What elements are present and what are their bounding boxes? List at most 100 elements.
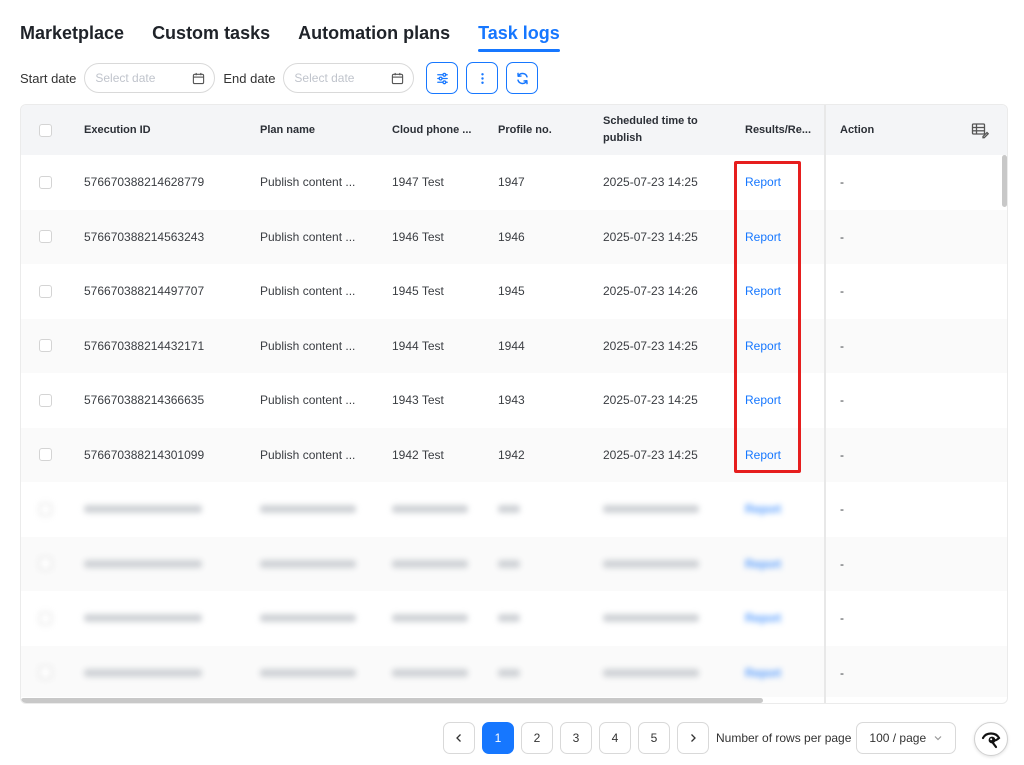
assistant-button[interactable]: [974, 722, 1008, 756]
table-row: 576670388214432171 Publish content ... 194…: [21, 318, 1007, 373]
report-link[interactable]: Report: [745, 175, 781, 189]
obscured-text: [84, 668, 202, 677]
page-5-button[interactable]: 5: [638, 722, 670, 754]
cell-select[interactable]: [39, 591, 52, 645]
cell-select[interactable]: [39, 319, 52, 373]
row-checkbox[interactable]: [39, 339, 52, 352]
table-row: 576670388214366635 Publish content ... 194…: [21, 373, 1007, 427]
report-link[interactable]: Report: [745, 339, 781, 353]
page-size-select[interactable]: 100 / page: [856, 722, 957, 754]
row-checkbox[interactable]: [39, 557, 52, 570]
report-link[interactable]: Report: [745, 393, 781, 407]
cell-cloud-phone-obscured: [392, 537, 468, 591]
chevron-right-icon: [691, 734, 696, 742]
cell-cloud-phone: 1942 Test: [392, 447, 444, 462]
report-link[interactable]: Report: [745, 557, 781, 571]
cell-scheduled-time: 2025-07-23 14:26: [603, 284, 698, 298]
tab-automation-plans[interactable]: Automation plans: [298, 20, 450, 52]
start-date-picker[interactable]: [84, 63, 216, 93]
page-4-button[interactable]: 4: [599, 722, 631, 754]
cell-cloud-phone: 1943 Test: [392, 393, 444, 407]
cell-scheduled-time: 2025-07-23 14:25: [603, 447, 698, 462]
cell-select[interactable]: [39, 373, 52, 427]
cell-result: Report: [745, 210, 781, 264]
tab-task-logs[interactable]: Task logs: [478, 20, 560, 52]
report-link[interactable]: Report: [745, 448, 781, 462]
refresh-button[interactable]: [506, 62, 539, 94]
cell-select[interactable]: [39, 428, 52, 482]
fixed-column-divider: [824, 105, 826, 703]
header-select-all[interactable]: [39, 105, 52, 155]
select-all-checkbox[interactable]: [39, 123, 52, 137]
tab-marketplace[interactable]: Marketplace: [20, 20, 124, 52]
page-size-value: 100 / page: [869, 731, 927, 745]
row-checkbox[interactable]: [39, 502, 52, 516]
cell-scheduled-time: 2025-07-23 14:25: [603, 338, 698, 353]
cell-execution-id: 576670388214366635: [84, 393, 205, 407]
horizontal-scrollbar[interactable]: [21, 698, 763, 703]
row-checkbox[interactable]: [39, 448, 52, 461]
cell-profile-no: 1945: [498, 284, 525, 298]
tab-bar: Marketplace Custom tasks Automation plan…: [20, 20, 560, 52]
cell-result: Report: [745, 482, 781, 536]
cell-result: Report: [745, 155, 781, 209]
start-date-input[interactable]: [95, 71, 186, 85]
cell-scheduled-time-obscured: [603, 646, 699, 698]
cell-scheduled-time-obscured: [603, 482, 699, 536]
obscured-text: [603, 559, 699, 568]
report-link[interactable]: Report: [745, 284, 781, 298]
obscured-text: [498, 614, 520, 622]
header-plan-name: Plan name: [260, 123, 316, 136]
more-options-button[interactable]: [466, 62, 499, 94]
end-date-picker[interactable]: [283, 63, 415, 93]
cell-action: -: [840, 338, 844, 353]
page-3-button[interactable]: 3: [560, 722, 592, 754]
column-settings-icon[interactable]: [971, 121, 989, 139]
rows-per-page-label: Number of rows per page: [716, 731, 852, 745]
cell-plan-name-obscured: [260, 537, 356, 591]
cell-scheduled-time-obscured: [603, 537, 699, 591]
obscured-text: [84, 614, 202, 622]
cell-profile-no-obscured: [498, 537, 520, 591]
cell-select[interactable]: [39, 482, 52, 536]
cell-select[interactable]: [39, 155, 52, 209]
cell-execution-id-obscured: [84, 646, 202, 698]
cell-select[interactable]: [39, 646, 52, 698]
cell-select[interactable]: [39, 210, 52, 264]
prev-page-button[interactable]: [443, 722, 475, 754]
report-link[interactable]: Report: [745, 611, 781, 625]
page-2-button[interactable]: 2: [521, 722, 553, 754]
obscured-text: [498, 668, 520, 677]
cell-select[interactable]: [39, 264, 52, 318]
cell-cloud-phone: 1944 Test: [392, 338, 444, 353]
cell-plan-name: Publish content ...: [260, 284, 356, 298]
end-date-input[interactable]: [294, 71, 385, 85]
cell-result: Report: [745, 591, 781, 645]
cell-scheduled-time-obscured: [603, 591, 699, 645]
table-row: 576670388214563243 Publish content ... 194…: [21, 209, 1007, 264]
row-checkbox[interactable]: [39, 230, 52, 243]
row-checkbox[interactable]: [39, 611, 52, 625]
cell-select[interactable]: [39, 537, 52, 591]
row-checkbox[interactable]: [39, 175, 52, 189]
table-row: Report -: [21, 591, 1007, 645]
obscured-text: [392, 559, 468, 568]
cell-cloud-phone: 1946 Test: [392, 229, 444, 244]
filter-settings-button[interactable]: [426, 62, 459, 94]
vertical-scrollbar[interactable]: [1002, 155, 1007, 207]
report-link[interactable]: Report: [745, 230, 781, 244]
cell-profile-no: 1946: [498, 229, 525, 244]
cell-execution-id-obscured: [84, 537, 202, 591]
page-1-button[interactable]: 1: [482, 722, 514, 754]
report-link[interactable]: Report: [745, 502, 781, 516]
cell-execution-id: 576670388214497707: [84, 284, 205, 298]
row-checkbox[interactable]: [39, 284, 52, 298]
report-link[interactable]: Report: [745, 666, 781, 680]
cell-action: -: [840, 229, 844, 244]
next-page-button[interactable]: [677, 722, 709, 754]
filter-bar: Start date End date: [20, 62, 542, 94]
cell-cloud-phone: 1947 Test: [392, 175, 444, 189]
row-checkbox[interactable]: [39, 393, 52, 407]
row-checkbox[interactable]: [39, 666, 52, 679]
tab-custom-tasks[interactable]: Custom tasks: [152, 20, 270, 52]
